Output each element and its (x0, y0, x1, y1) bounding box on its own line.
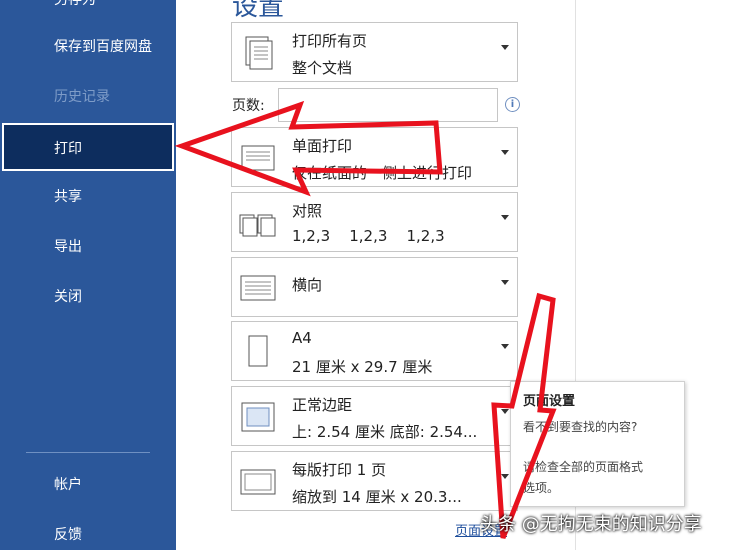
watermark-text: 头条 @无拘无束的知识分享 (480, 514, 702, 535)
print-range-title: 打印所有页 (292, 32, 368, 50)
sidebar-item-save-as[interactable]: 另存为 (0, 0, 176, 24)
sides-desc: 仅在纸面的一侧上进行打印 (292, 164, 473, 182)
sidebar-item-export[interactable]: 导出 (0, 223, 176, 271)
tooltip-line-2: 请检查全部的页面格式 (523, 460, 644, 474)
info-icon[interactable]: i (505, 97, 520, 112)
collate-icon (239, 214, 276, 237)
pages-label: 页数: (232, 98, 265, 114)
margins-dropdown[interactable]: 正常边距 上: 2.54 厘米 底部: 2.54... (231, 386, 518, 446)
margins-desc: 上: 2.54 厘米 底部: 2.54... (292, 423, 478, 441)
collate-title: 对照 (292, 202, 323, 220)
collate-dropdown[interactable]: 对照 1,2,3 1,2,3 1,2,3 (231, 192, 518, 252)
chevron-down-icon (501, 280, 509, 285)
page-setup-tooltip: 页面设置 看不到要查找的内容? 请检查全部的页面格式 选项。 (510, 381, 685, 507)
chevron-down-icon (501, 344, 509, 349)
sidebar-divider (26, 452, 150, 453)
pages-input[interactable] (278, 88, 498, 122)
sidebar-item-save-to-baidu[interactable]: 保存到百度网盘 (0, 23, 176, 71)
orientation-title: 横向 (292, 276, 323, 294)
print-range-desc: 整个文档 (292, 59, 353, 77)
paper-size-desc: 21 厘米 x 29.7 厘米 (292, 358, 433, 376)
chevron-down-icon (501, 45, 509, 50)
tooltip-title: 页面设置 (523, 394, 576, 409)
chevron-down-icon (501, 474, 509, 479)
sidebar-item-print[interactable]: 打印 (2, 123, 174, 171)
margins-icon (241, 402, 275, 432)
sidebar-item-close[interactable]: 关闭 (0, 273, 176, 321)
tooltip-line-1: 看不到要查找的内容? (523, 420, 638, 434)
one-sided-print-icon (241, 145, 275, 171)
collate-desc: 1,2,3 1,2,3 1,2,3 (292, 227, 445, 245)
chevron-down-icon (501, 150, 509, 155)
sides-dropdown[interactable]: 单面打印 仅在纸面的一侧上进行打印 (231, 127, 518, 187)
orientation-dropdown[interactable]: 横向 (231, 257, 518, 317)
paper-size-dropdown[interactable]: A4 21 厘米 x 29.7 厘米 (231, 321, 518, 381)
sides-title: 单面打印 (292, 137, 353, 155)
chevron-down-icon (501, 409, 509, 414)
sidebar-item-history: 历史记录 (54, 89, 110, 105)
sidebar-item-share[interactable]: 共享 (0, 173, 176, 221)
chevron-down-icon (501, 215, 509, 220)
sidebar-item-account[interactable]: 帐户 (0, 461, 176, 509)
print-range-dropdown[interactable]: 打印所有页 整个文档 (231, 22, 518, 82)
paper-size-icon (248, 335, 268, 367)
backstage-sidebar: 另存为 保存到百度网盘 历史记录 打印 共享 导出 关闭 帐户 反馈 (0, 0, 176, 550)
pages-per-sheet-icon (240, 469, 276, 495)
paper-size-title: A4 (292, 329, 312, 347)
pages-per-sheet-desc: 缩放到 14 厘米 x 20.3... (292, 488, 462, 506)
tooltip-line-3: 选项。 (523, 481, 560, 495)
pages-per-sheet-title: 每版打印 1 页 (292, 461, 387, 479)
sidebar-item-feedback[interactable]: 反馈 (0, 511, 176, 559)
pages-per-sheet-dropdown[interactable]: 每版打印 1 页 缩放到 14 厘米 x 20.3... (231, 451, 518, 511)
margins-title: 正常边距 (292, 396, 353, 414)
landscape-page-icon (240, 275, 276, 301)
page-title: 设置 (232, 0, 285, 22)
pages-stack-icon (245, 36, 273, 70)
